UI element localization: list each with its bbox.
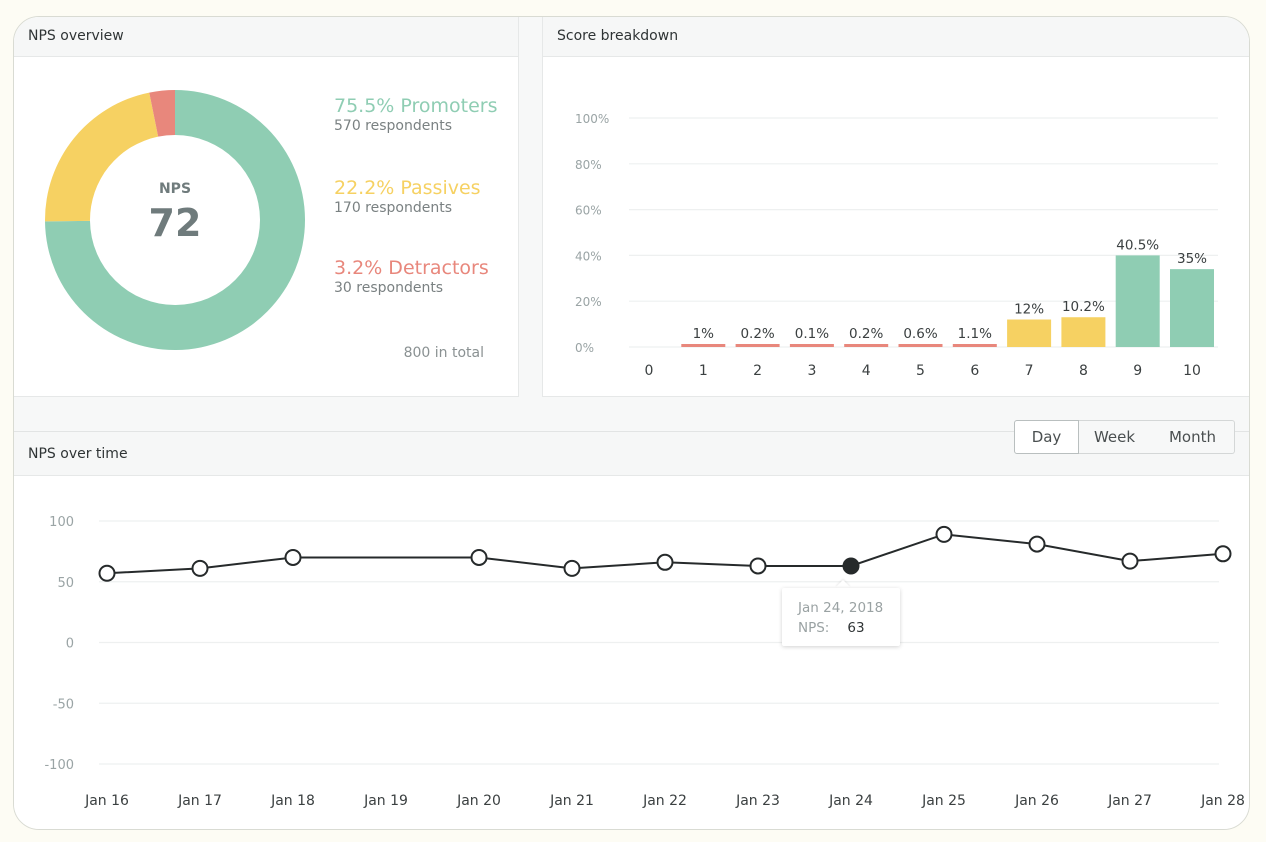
tooltip-label: NPS:	[798, 620, 830, 636]
score-bar-8	[1061, 317, 1106, 347]
bar-y-tick: 20%	[575, 295, 602, 309]
bar-x-tick: 8	[1079, 363, 1088, 379]
bar-y-tick: 40%	[575, 249, 602, 263]
period-day-button[interactable]: Day	[1014, 420, 1079, 454]
tooltip-value: 63	[847, 620, 865, 636]
line-x-tick: Jan 19	[363, 793, 408, 809]
line-y-tick: 100	[49, 515, 74, 530]
bar-data-label: 0.1%	[795, 326, 829, 342]
nps-point	[1028, 535, 1046, 553]
nps-score: 72	[148, 201, 202, 245]
score-bar-5	[898, 344, 943, 347]
nps-point	[98, 564, 116, 582]
period-month-button[interactable]: Month	[1151, 420, 1235, 454]
line-x-tick: Jan 20	[456, 793, 501, 809]
line-x-tick: Jan 27	[1107, 793, 1152, 809]
score-bar-2	[735, 344, 780, 347]
score-bar-4	[844, 344, 889, 347]
bar-x-tick: 4	[862, 363, 871, 379]
panel-title: NPS overview	[14, 17, 518, 57]
nps-point	[1214, 545, 1232, 563]
bar-data-label: 10.2%	[1062, 299, 1105, 315]
nps-point	[1121, 552, 1139, 570]
bar-x-tick: 7	[1025, 363, 1034, 379]
period-week-button[interactable]: Week	[1078, 420, 1152, 454]
nps-label: NPS	[158, 181, 192, 197]
bar-x-tick: 3	[807, 363, 816, 379]
line-x-tick: Jan 28	[1200, 793, 1245, 809]
line-x-tick: Jan 16	[84, 793, 129, 809]
bar-data-label: 1%	[693, 326, 715, 342]
bar-x-tick: 2	[753, 363, 762, 379]
bar-data-label: 12%	[1014, 302, 1044, 318]
line-x-tick: Jan 17	[177, 793, 222, 809]
bar-data-label: 35%	[1177, 251, 1207, 267]
bar-y-tick: 0%	[575, 341, 594, 355]
line-y-tick: 0	[66, 637, 74, 652]
line-y-tick: 50	[57, 576, 74, 591]
line-x-tick: Jan 24	[828, 793, 873, 809]
nps-overview-panel: NPS overview NPS 72 75.5% Promoters 570 …	[14, 17, 519, 397]
nps-point	[191, 559, 209, 577]
score-bar-6	[952, 344, 997, 347]
legend-promoters-title: 75.5% Promoters	[334, 95, 498, 117]
bar-y-tick: 100%	[575, 112, 609, 126]
legend-promoters: 75.5% Promoters 570 respondents	[334, 95, 498, 135]
legend-passives-title: 22.2% Passives	[334, 177, 481, 199]
score-bar-3	[789, 344, 834, 347]
bar-data-label: 0.6%	[903, 326, 937, 342]
bar-data-label: 0.2%	[849, 326, 883, 342]
bar-data-label: 40.5%	[1116, 237, 1159, 253]
line-x-tick: Jan 26	[1014, 793, 1059, 809]
score-bar-9	[1115, 255, 1160, 347]
line-y-tick: -100	[44, 758, 74, 773]
score-bar-1	[681, 344, 726, 347]
nps-point	[284, 548, 302, 566]
bar-x-tick: 1	[699, 363, 708, 379]
legend-detractors: 3.2% Detractors 30 respondents	[334, 257, 489, 297]
legend-detractors-title: 3.2% Detractors	[334, 257, 489, 279]
nps-over-time-panel: NPS over time 100 50 0 -50 -100 Jan 16 Jan 17 J…	[14, 431, 1249, 829]
tooltip-date: Jan 24, 2018	[798, 600, 884, 616]
bar-y-tick: 80%	[575, 158, 602, 172]
chart-tooltip: Jan 24, 2018 NPS: 63	[782, 588, 900, 646]
score-breakdown-panel: Score breakdown 0% 20% 40% 60% 80% 100% 0 1% 1 0.…	[542, 17, 1249, 397]
legend-detractors-count: 30 respondents	[334, 280, 444, 296]
line-y-tick: -50	[53, 697, 74, 712]
score-bar-10	[1170, 269, 1214, 347]
nps-donut-chart: NPS 72	[44, 89, 306, 351]
nps-point	[935, 525, 953, 543]
total-respondents: 800 in total	[403, 345, 484, 361]
bar-x-tick: 0	[645, 363, 654, 379]
line-x-tick: Jan 18	[270, 793, 315, 809]
bar-data-label: 0.2%	[740, 326, 774, 342]
bar-x-tick: 9	[1133, 363, 1142, 379]
line-x-tick: Jan 22	[642, 793, 687, 809]
nps-point	[749, 557, 767, 575]
legend-passives: 22.2% Passives 170 respondents	[334, 177, 481, 217]
legend-passives-count: 170 respondents	[334, 200, 453, 216]
nps-point-highlighted	[842, 557, 860, 575]
nps-point	[656, 553, 674, 571]
line-x-tick: Jan 25	[921, 793, 966, 809]
tooltip-row: NPS: 63	[798, 618, 900, 638]
bar-x-tick: 5	[916, 363, 925, 379]
nps-point	[470, 548, 488, 566]
bar-x-tick: 10	[1183, 363, 1201, 379]
line-x-tick: Jan 21	[549, 793, 594, 809]
legend-promoters-count: 570 respondents	[334, 118, 453, 134]
line-x-tick: Jan 23	[735, 793, 780, 809]
bar-x-tick: 6	[970, 363, 979, 379]
nps-point	[563, 559, 581, 577]
bar-data-label: 1.1%	[958, 326, 992, 342]
nps-line-chart: 100 50 0 -50 -100 Jan 16 Jan 17 Jan 18 Jan 19 Jan…	[44, 515, 1245, 809]
score-bar-7	[1007, 319, 1052, 347]
score-bar-chart: 0%20%40%60%80%100%01%10.2%20.1%30.2%40.6…	[575, 112, 1218, 379]
panel-title: Score breakdown	[543, 17, 1249, 57]
bar-y-tick: 60%	[575, 204, 602, 218]
